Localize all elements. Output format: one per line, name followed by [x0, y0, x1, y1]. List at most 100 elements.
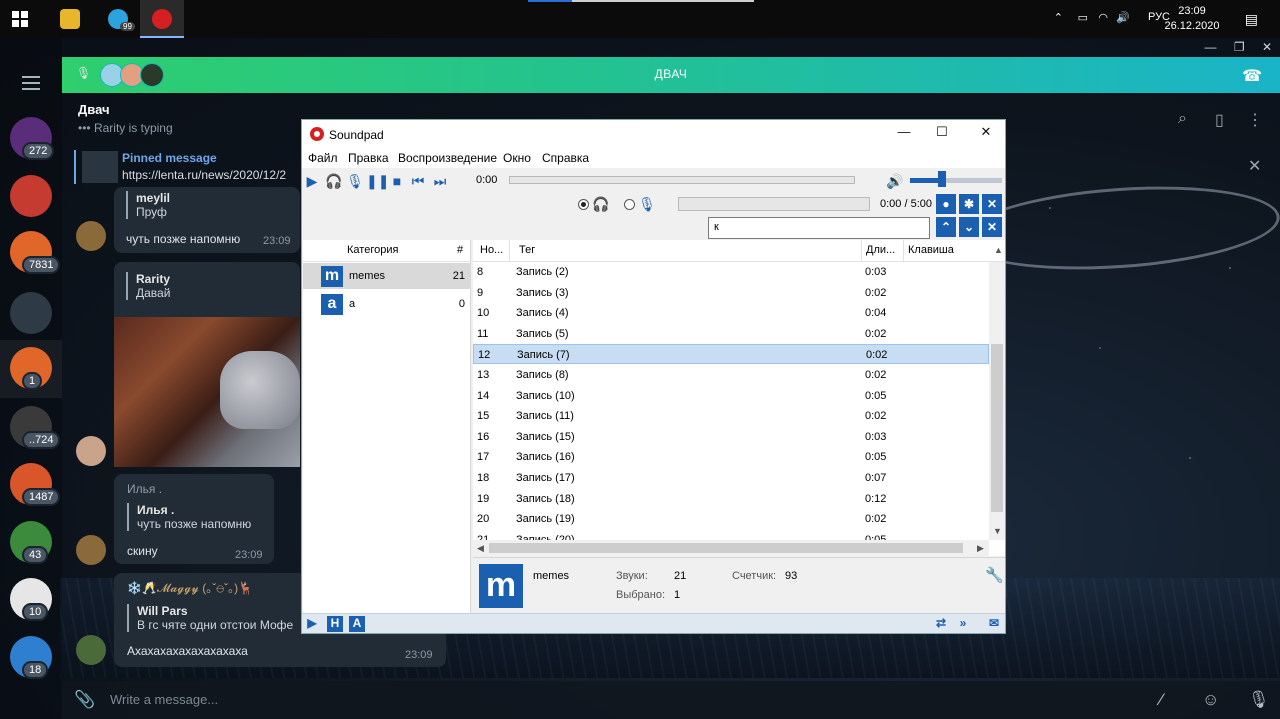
sound-row[interactable]: 11 Запись (5) 0:02	[473, 324, 989, 344]
category-column-header[interactable]: Категория	[347, 244, 398, 256]
reply-quote[interactable]: Илья . чуть позже напомню	[127, 503, 251, 531]
restore-icon[interactable]: ❐	[1234, 40, 1245, 54]
scroll-left-icon[interactable]: ◀	[477, 543, 484, 554]
sound-row[interactable]: 16 Запись (15) 0:03	[473, 427, 989, 447]
settings-button[interactable]: ✱	[959, 194, 979, 214]
sound-row[interactable]: 14 Запись (10) 0:05	[473, 386, 989, 406]
more-menu-icon[interactable]: ⋮	[1247, 110, 1263, 130]
message-sender[interactable]: ❄️🥂𝓜𝓪𝓰𝓰𝔂 (｡ˇ⊖ˇ｡)🦌	[127, 579, 253, 596]
group-call-bar[interactable]: 🎙 ДВАЧ ☎	[62, 57, 1280, 93]
menu-edit[interactable]: Правка	[348, 151, 389, 165]
voice-record-icon[interactable]: 🎙	[1248, 690, 1270, 710]
column-hotkey[interactable]: Клавиша	[908, 244, 954, 256]
play-next-icon[interactable]: »	[955, 616, 971, 632]
menu-file[interactable]: Файл	[308, 151, 338, 165]
seek-bar[interactable]	[509, 176, 855, 184]
taskbar-clock[interactable]: 23:09 26.12.2020	[1162, 4, 1222, 34]
sound-row[interactable]: 18 Запись (17) 0:07	[473, 468, 989, 488]
sidebar-toggle-icon[interactable]: ▯	[1215, 110, 1224, 130]
avatar[interactable]	[76, 436, 106, 466]
minimize-button[interactable]: —	[884, 124, 924, 144]
search-up-button[interactable]: ⌃	[936, 217, 956, 237]
sound-row[interactable]: 10 Запись (4) 0:04	[473, 303, 989, 323]
hang-up-icon[interactable]: ☎	[1242, 66, 1262, 86]
battery-icon[interactable]: ▭	[1078, 11, 1088, 24]
sound-row[interactable]: 15 Запись (11) 0:02	[473, 406, 989, 426]
microphone-radio[interactable]	[624, 199, 635, 210]
column-number[interactable]: Но...	[480, 244, 503, 256]
play-headphones-icon[interactable]: 🎧	[324, 172, 344, 190]
windows-start-icon[interactable]	[12, 11, 29, 28]
avatar[interactable]	[76, 535, 106, 565]
sound-row[interactable]: 17 Запись (16) 0:05	[473, 447, 989, 467]
category-item-a[interactable]: a a 0	[303, 291, 471, 317]
saved-messages-icon[interactable]	[10, 292, 52, 334]
attach-icon[interactable]: 📎	[74, 690, 95, 710]
taskbar-soundpad[interactable]	[140, 0, 184, 38]
menu-playback[interactable]: Воспроизведение	[398, 151, 497, 165]
minimize-icon[interactable]: —	[1204, 40, 1216, 54]
next-icon[interactable]: ⏭	[430, 172, 450, 190]
column-tag[interactable]: Тег	[519, 244, 535, 256]
message-input[interactable]: Write a message...	[110, 692, 218, 707]
commands-icon[interactable]: ⁄	[1160, 690, 1163, 710]
close-pinned-icon[interactable]: ✕	[1248, 156, 1261, 176]
sound-row[interactable]: 8 Запись (2) 0:03	[473, 262, 989, 282]
sound-row[interactable]: 19 Запись (18) 0:12	[473, 489, 989, 509]
play-status-icon[interactable]: ▶	[304, 616, 320, 632]
avatar[interactable]	[76, 221, 106, 251]
soundpad-titlebar[interactable]: Soundpad — ☐ ✕	[302, 120, 1005, 148]
chat-avatar[interactable]	[10, 175, 52, 217]
taskbar-file-explorer[interactable]	[48, 0, 92, 38]
feedback-icon[interactable]: ✉	[986, 616, 1002, 632]
category-count-header[interactable]: #	[457, 244, 463, 256]
clear-search-button[interactable]: ✕	[982, 217, 1002, 237]
previous-icon[interactable]: ⏮	[408, 172, 428, 190]
search-down-button[interactable]: ⌄	[959, 217, 979, 237]
reply-quote[interactable]: Will Pars В гс чяте одни отстои Мофе	[127, 604, 293, 632]
search-icon[interactable]: ⌕	[1178, 110, 1187, 128]
record-button[interactable]: ●	[936, 194, 956, 214]
category-item-memes[interactable]: m memes 21	[303, 263, 471, 289]
message-sender[interactable]: Илья .	[127, 482, 162, 496]
scroll-down-icon[interactable]: ▼	[993, 526, 1002, 536]
notifications-icon[interactable]: ▤	[1245, 11, 1258, 28]
close-button[interactable]: ✕	[966, 124, 1006, 144]
sound-row[interactable]: 20 Запись (19) 0:02	[473, 509, 989, 529]
scroll-right-icon[interactable]: ▶	[977, 543, 984, 554]
close-search-button[interactable]: ✕	[982, 194, 1002, 214]
reply-quote[interactable]: meylil Пруф	[126, 191, 170, 219]
wrench-icon[interactable]: 🔧	[985, 566, 1004, 584]
sound-row[interactable]: 12 Запись (7) 0:02	[473, 344, 989, 365]
repeat-icon[interactable]: ⇄	[933, 616, 949, 632]
maximize-button[interactable]: ☐	[922, 124, 962, 144]
avatar[interactable]	[76, 635, 106, 665]
volume-slider[interactable]	[910, 178, 1002, 183]
speaker-icon[interactable]: 🔊	[885, 172, 905, 190]
reply-quote[interactable]: Rarity Давай	[126, 272, 170, 300]
play-microphone-icon[interactable]: 🎙	[345, 172, 365, 190]
auto-button[interactable]: A	[349, 616, 365, 632]
pause-icon[interactable]: ❚❚	[366, 172, 389, 190]
scroll-up-icon[interactable]: ▲	[994, 245, 1003, 255]
headphones-radio[interactable]	[578, 199, 589, 210]
menu-window[interactable]: Окно	[503, 151, 531, 165]
sound-row[interactable]: 9 Запись (3) 0:02	[473, 283, 989, 303]
stop-icon[interactable]: ■	[387, 172, 407, 190]
video-message[interactable]	[114, 317, 300, 467]
hotkeys-button[interactable]: H	[327, 616, 343, 632]
taskbar-telegram[interactable]: 99	[96, 0, 140, 38]
volume-thumb[interactable]	[938, 171, 947, 187]
chat-title[interactable]: Двач	[78, 102, 110, 117]
tray-chevron-up-icon[interactable]: ⌃	[1054, 11, 1063, 24]
close-icon[interactable]: ✕	[1262, 40, 1272, 54]
horizontal-scrollbar[interactable]: ◀ ▶	[473, 540, 989, 556]
menu-icon[interactable]	[22, 76, 40, 94]
search-input[interactable]: к	[708, 217, 930, 239]
sound-row[interactable]: 13 Запись (8) 0:02	[473, 365, 989, 385]
pinned-message[interactable]: Pinned message https://lenta.ru/news/202…	[74, 148, 304, 188]
menu-help[interactable]: Справка	[542, 151, 589, 165]
emoji-icon[interactable]: ☺	[1202, 690, 1219, 710]
play-icon[interactable]: ▶	[302, 172, 322, 190]
vertical-scrollbar[interactable]: ▼	[989, 262, 1005, 540]
